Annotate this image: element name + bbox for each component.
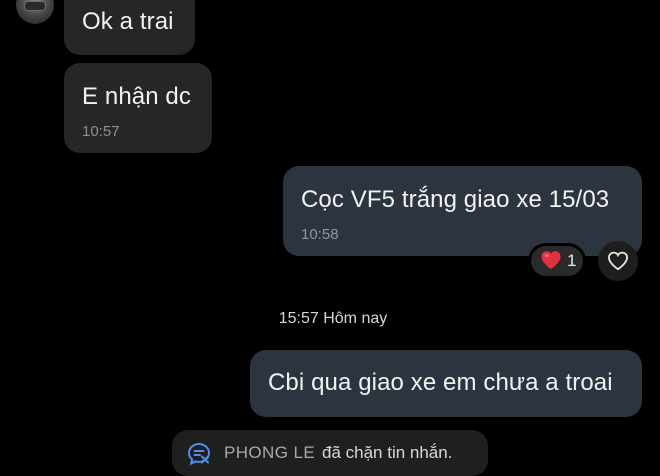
message-text: E nhận dc — [82, 83, 191, 110]
message-time: 10:57 — [82, 123, 120, 140]
react-button[interactable] — [598, 241, 638, 281]
message-bubble-incoming[interactable]: Ok a trai — [64, 0, 195, 55]
day-separator: 15:57 Hôm nay — [278, 310, 388, 327]
reaction-badge[interactable]: 1 — [531, 246, 583, 276]
heart-icon — [540, 250, 562, 275]
reaction-count: 1 — [567, 251, 577, 270]
avatar[interactable] — [16, 0, 54, 24]
message-text: Cọc VF5 trắng giao xe 15/03 — [301, 186, 610, 213]
chat-blocked-icon — [186, 441, 212, 472]
message-text: Cbi qua giao xe em chưa a troai — [268, 369, 613, 396]
message-text: Ok a trai — [82, 8, 174, 35]
message-bubble-incoming[interactable]: E nhận dc 10:57 — [64, 63, 212, 153]
message-bubble-outgoing[interactable]: Cọc VF5 trắng giao xe 15/03 10:58 — [283, 166, 642, 256]
message-time: 10:58 — [301, 226, 339, 243]
heart-outline-icon — [607, 251, 629, 271]
blocked-notice: PHONG LE đã chặn tin nhắn. — [172, 430, 488, 476]
message-bubble-outgoing[interactable]: Cbi qua giao xe em chưa a troai — [250, 350, 642, 417]
blocker-name: PHONG LE — [224, 443, 316, 462]
blocked-text: đã chặn tin nhắn. — [322, 443, 453, 462]
